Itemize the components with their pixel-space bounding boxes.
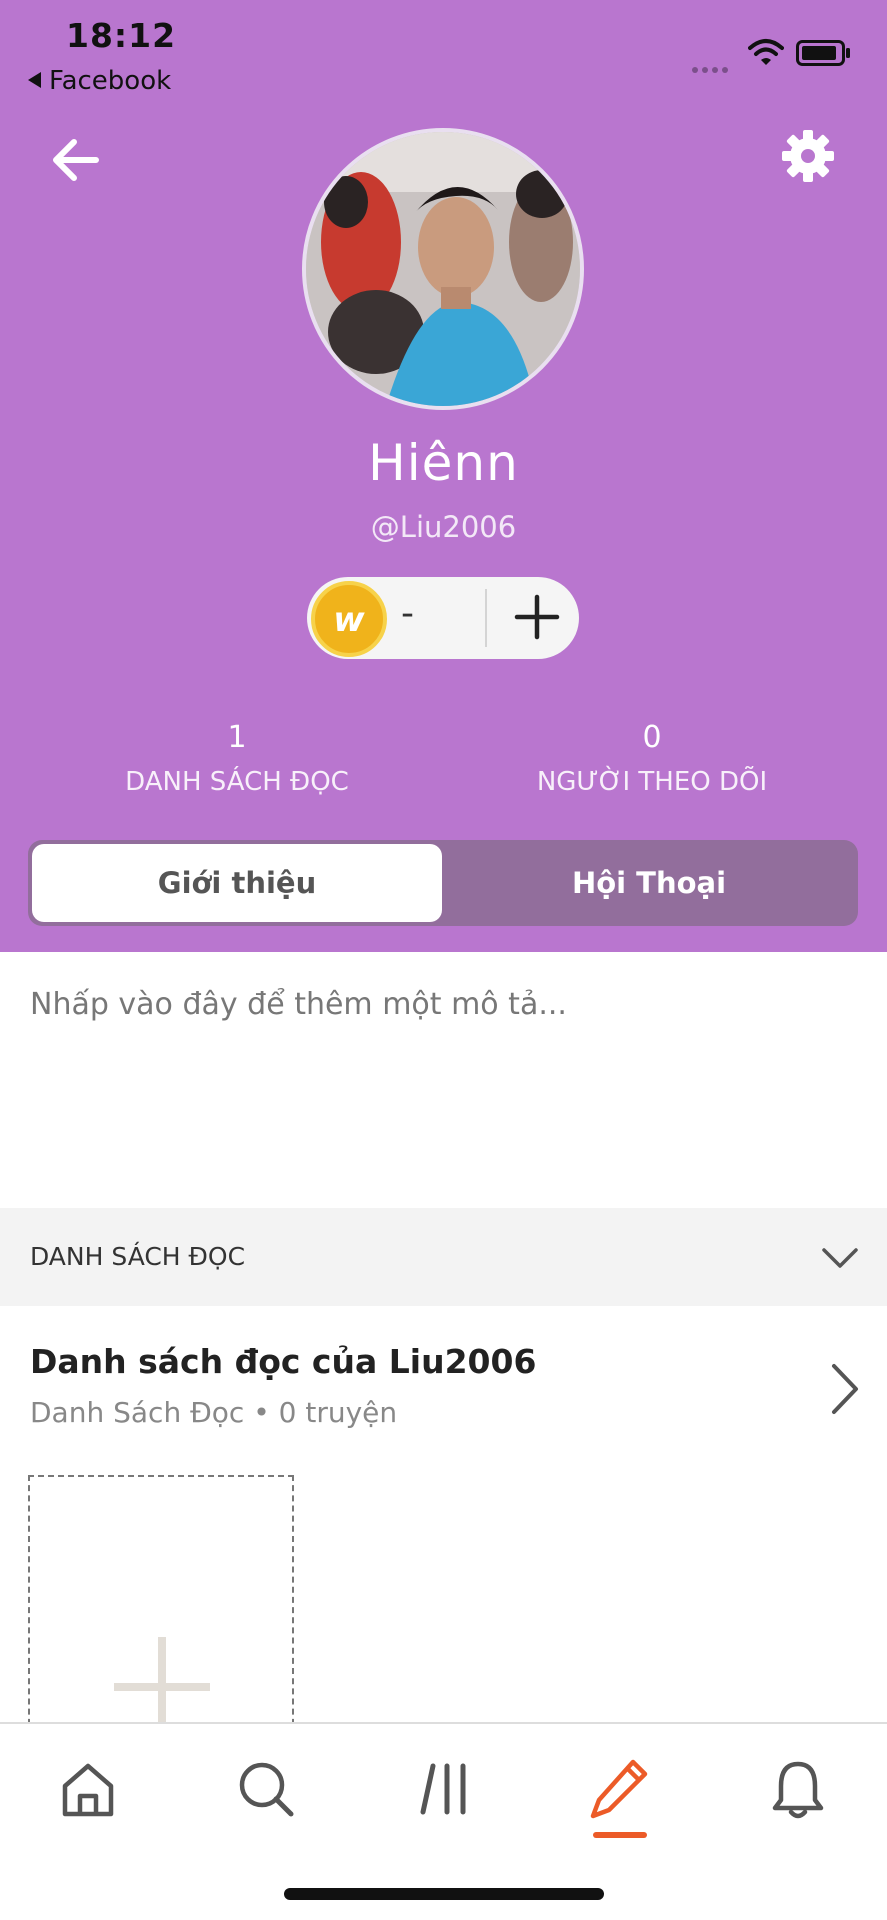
stat-count: 0 bbox=[642, 720, 662, 755]
reading-list-title[interactable]: Danh sách đọc của Liu2006 bbox=[30, 1342, 536, 1381]
search-icon[interactable] bbox=[231, 1754, 301, 1824]
coin-divider bbox=[485, 589, 487, 647]
stat-label: NGƯỜI THEO DÕI bbox=[536, 767, 768, 797]
settings-gear-icon[interactable] bbox=[780, 128, 836, 184]
section-title: DANH SÁCH ĐỌC bbox=[30, 1242, 246, 1271]
add-story-card[interactable] bbox=[28, 1475, 294, 1737]
avatar-photo bbox=[306, 132, 580, 406]
profile-name: Hiênn bbox=[368, 434, 519, 492]
profile-header: 18:12 Facebook Hiênn @Liu2006 w - 1 DANH… bbox=[0, 0, 887, 952]
coin-letter: w bbox=[333, 600, 365, 640]
tab-about[interactable]: Giới thiệu bbox=[32, 844, 442, 922]
chevron-down-icon[interactable] bbox=[820, 1238, 860, 1278]
stat-label: DANH SÁCH ĐỌC bbox=[125, 767, 349, 797]
coin-icon: w bbox=[311, 581, 387, 657]
profile-avatar[interactable] bbox=[302, 128, 584, 410]
status-back-label: Facebook bbox=[49, 66, 172, 96]
battery-icon bbox=[796, 40, 850, 66]
back-arrow-icon[interactable] bbox=[46, 130, 106, 190]
coin-stepper: w - bbox=[307, 577, 579, 659]
profile-handle: @Liu2006 bbox=[370, 510, 517, 544]
stat-followers[interactable]: 0 NGƯỜI THEO DÕI bbox=[502, 720, 802, 797]
coin-w-glyph: w bbox=[333, 600, 365, 640]
stat-count: 1 bbox=[227, 720, 247, 755]
chevron-right-icon[interactable] bbox=[824, 1362, 864, 1416]
reading-lists-section-header[interactable]: DANH SÁCH ĐỌC bbox=[0, 1208, 887, 1306]
active-tab-indicator bbox=[593, 1832, 647, 1838]
description-placeholder[interactable]: Nhấp vào đây để thêm một mô tả... bbox=[30, 987, 567, 1022]
wifi-icon bbox=[748, 39, 784, 65]
write-icon[interactable] bbox=[585, 1754, 655, 1824]
status-indicators bbox=[692, 36, 862, 73]
home-icon[interactable] bbox=[53, 1754, 123, 1824]
reading-list-subtitle: Danh Sách Đọc • 0 truyện bbox=[30, 1396, 398, 1429]
notifications-icon[interactable] bbox=[763, 1754, 833, 1824]
home-indicator bbox=[284, 1888, 604, 1900]
library-icon[interactable] bbox=[411, 1754, 481, 1824]
coin-minus-button[interactable]: - bbox=[401, 593, 414, 634]
tab-conversations[interactable]: Hội Thoại bbox=[444, 844, 854, 922]
status-back-link[interactable]: Facebook bbox=[28, 66, 171, 96]
profile-tabs: Giới thiệu Hội Thoại bbox=[28, 840, 858, 926]
coin-plus-icon[interactable] bbox=[507, 587, 567, 647]
signal-icon bbox=[692, 58, 732, 77]
stat-reading-lists[interactable]: 1 DANH SÁCH ĐỌC bbox=[87, 720, 387, 797]
back-triangle-icon bbox=[28, 72, 41, 88]
status-time: 18:12 bbox=[66, 16, 177, 55]
